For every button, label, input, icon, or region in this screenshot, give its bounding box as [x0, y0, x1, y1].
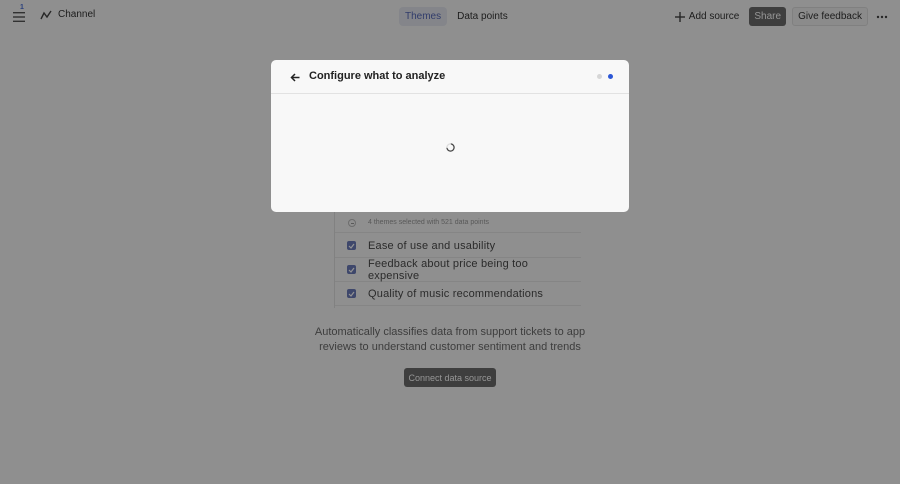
arrow-left-icon — [290, 72, 300, 82]
step-dot-active — [608, 74, 613, 79]
configure-modal: Configure what to analyze — [271, 60, 629, 212]
step-dot — [597, 74, 602, 79]
modal-header: Configure what to analyze — [271, 60, 629, 94]
loading-spinner-icon — [446, 143, 455, 152]
back-button[interactable] — [288, 70, 302, 84]
step-indicator — [597, 74, 613, 79]
modal-title: Configure what to analyze — [309, 70, 446, 82]
